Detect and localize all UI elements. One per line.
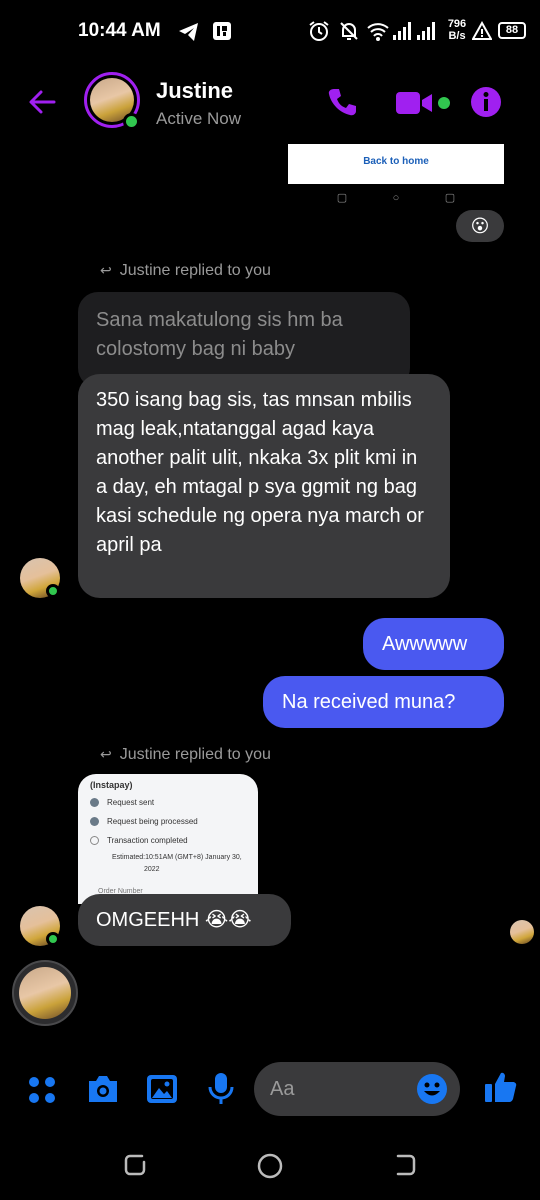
home-icon[interactable] (256, 1152, 284, 1185)
reaction-badge[interactable]: 😮 (456, 210, 504, 242)
image-estimated-1: Estimated:10:51AM (GMT+8) January 30, (112, 854, 242, 861)
seen-avatar (510, 920, 534, 944)
signal-2-icon (416, 20, 438, 47)
net-speed-unit: B/s (448, 30, 466, 42)
reply-arrow-icon: ↩ (100, 262, 112, 278)
incoming-message[interactable]: 350 isang bag sis, tas mnsan mbilis mag … (78, 374, 450, 598)
battery-icon: 88 (498, 22, 526, 39)
shared-image[interactable]: Back to home (288, 144, 504, 184)
reply-label: ↩ Justine replied to you (100, 262, 271, 280)
online-indicator (46, 584, 60, 598)
reply-arrow-icon: ↩ (100, 746, 112, 762)
check-icon (90, 817, 99, 827)
camera-icon[interactable] (86, 1074, 120, 1109)
pending-icon (90, 836, 99, 846)
microphone-icon[interactable] (208, 1072, 234, 1111)
back-nav-icon[interactable] (392, 1152, 418, 1183)
image-step-2-text: Request being processed (107, 817, 198, 826)
reply-label-text: Justine replied to you (119, 746, 271, 763)
outgoing-message[interactable]: Awwwww (363, 618, 504, 670)
app-icon (212, 21, 232, 46)
contact-name[interactable]: Justine (156, 78, 233, 104)
mute-icon (338, 20, 360, 47)
image-step-3: Transaction completed (90, 836, 188, 846)
telegram-icon (178, 22, 200, 47)
status-time: 10:44 AM (78, 20, 161, 41)
incoming-message[interactable]: OMGEEHH 😭😭 (78, 894, 291, 946)
image-estimated-2: 2022 (144, 866, 160, 873)
wifi-icon (366, 20, 390, 47)
net-speed-value: 796 (447, 18, 467, 30)
online-indicator (46, 932, 60, 946)
menu-dots-icon[interactable] (26, 1074, 58, 1111)
mini-home-icon: ○ (392, 192, 400, 204)
check-icon (90, 798, 99, 808)
recent-apps-icon[interactable] (122, 1152, 148, 1183)
chat-header: Justine Active Now (0, 62, 540, 142)
online-indicator (123, 113, 140, 130)
like-icon[interactable] (484, 1070, 518, 1109)
status-bar: 10:44 AM 796 B/s 88 (0, 0, 540, 62)
info-icon[interactable] (470, 86, 502, 123)
back-arrow-icon[interactable] (26, 86, 58, 118)
image-step-3-text: Transaction completed (107, 836, 188, 845)
chat-head-bubble[interactable] (12, 960, 78, 1026)
quoted-image[interactable]: (Instapay) Request sent Request being pr… (78, 774, 258, 904)
status-icons: 796 B/s 88 (308, 18, 528, 46)
contact-status: Active Now (156, 109, 242, 128)
net-speed: 796 B/s (444, 18, 470, 42)
signal-icon (392, 20, 414, 47)
emoji-icon[interactable] (416, 1073, 448, 1110)
image-step-1-text: Request sent (107, 798, 155, 807)
mini-recent-icon: ▢ (336, 192, 348, 204)
phone-icon[interactable] (326, 86, 358, 123)
message-composer (0, 1058, 540, 1120)
chat-head-avatar (19, 967, 71, 1019)
system-nav-bar (0, 1130, 540, 1200)
image-title: (Instapay) (90, 780, 133, 790)
video-icon[interactable] (396, 90, 452, 121)
alarm-icon (308, 20, 330, 47)
reply-label-text: Justine replied to you (119, 262, 271, 279)
gallery-icon[interactable] (146, 1074, 178, 1109)
image-step-2: Request being processed (90, 817, 198, 827)
shared-image-text: Back to home (363, 156, 429, 167)
hotspot-icon (471, 20, 493, 46)
outgoing-message[interactable]: Na received muna? (263, 676, 504, 728)
reply-label: ↩ Justine replied to you (100, 746, 271, 764)
image-step-1: Request sent (90, 798, 155, 808)
mini-back-icon: ▢ (444, 192, 456, 204)
